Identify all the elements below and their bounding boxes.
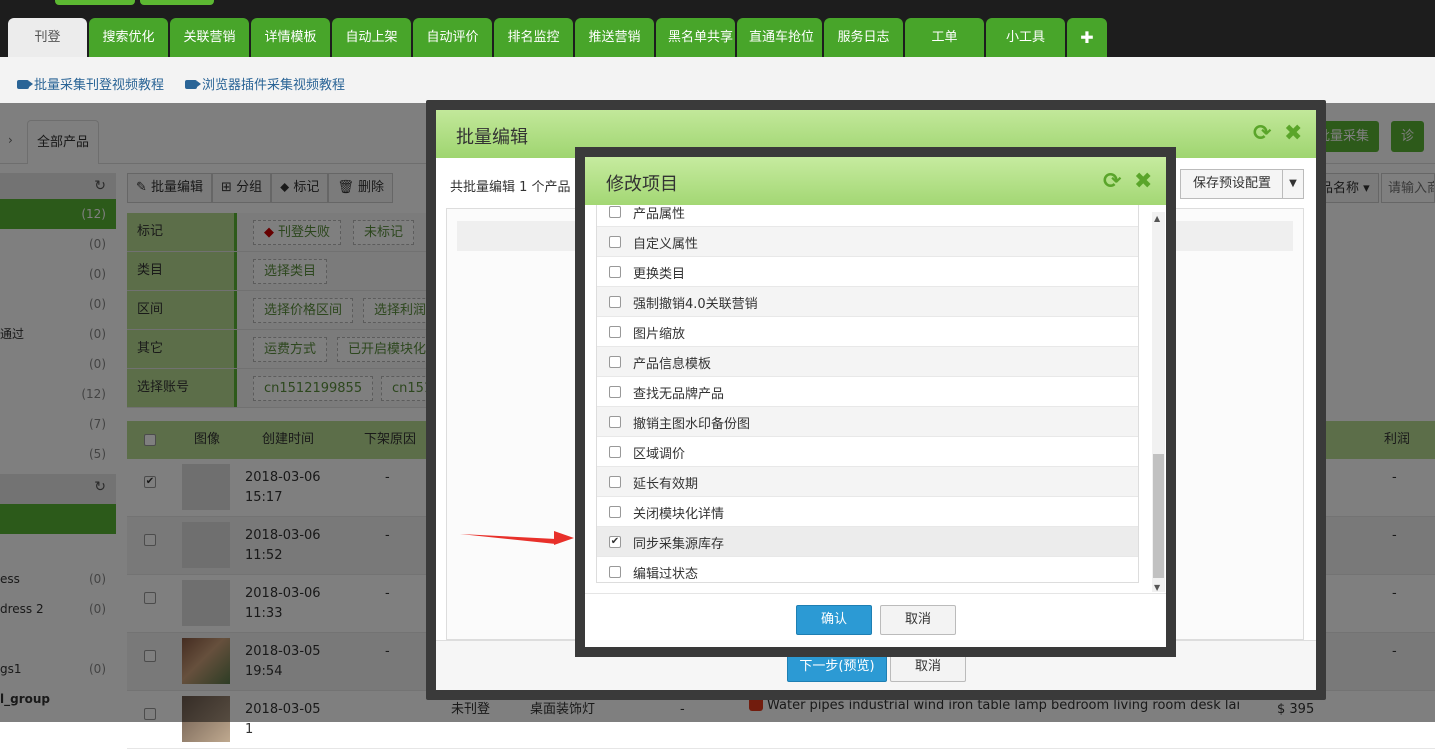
item-label: 区域调价: [633, 447, 686, 462]
tab-related-marketing[interactable]: 关联营销: [170, 18, 249, 57]
annotation-arrow-icon: [460, 531, 574, 545]
scrollbar-thumb[interactable]: [1153, 454, 1164, 578]
tab-tools[interactable]: 小工具: [986, 18, 1065, 57]
main-tabs: 刊登 搜索优化 关联营销 详情模板 自动上架 自动评价 排名监控 推送营销 黑名…: [8, 18, 1109, 57]
close-icon[interactable]: ✖: [1284, 121, 1302, 146]
edit-count-text: 共批量编辑 1 个产品: [450, 180, 571, 195]
item-checkbox[interactable]: [609, 416, 621, 428]
list-item-sync-stock[interactable]: ✔ 同步采集源库存: [597, 527, 1138, 557]
item-checkbox[interactable]: [609, 506, 621, 518]
tab-detail-template[interactable]: 详情模板: [251, 18, 330, 57]
refresh-icon[interactable]: ⟳: [1103, 169, 1121, 194]
modify-items-modal: 修改项目 ⟳ ✖ 产品属性 自定义属性 更换类目 强制撤销4.0关联营销 图片缩…: [585, 157, 1166, 647]
item-checkbox[interactable]: [609, 566, 621, 578]
list-item[interactable]: 延长有效期: [597, 467, 1138, 497]
tab-auto-list[interactable]: 自动上架: [332, 18, 411, 57]
tab-ad-position[interactable]: 直通车抢位: [737, 18, 822, 57]
item-checkbox[interactable]: [609, 446, 621, 458]
add-tab-button[interactable]: ✚: [1067, 18, 1107, 57]
nav-stub-tab: [55, 0, 135, 5]
confirm-button[interactable]: 确认: [796, 605, 872, 635]
list-item[interactable]: 区域调价: [597, 437, 1138, 467]
list-item[interactable]: 查找无品牌产品: [597, 377, 1138, 407]
item-label: 强制撤销4.0关联营销: [633, 297, 758, 312]
item-label: 产品属性: [633, 207, 686, 222]
video-camera-icon: [185, 80, 201, 89]
item-label: 图片缩放: [633, 327, 686, 342]
item-checkbox[interactable]: [609, 266, 621, 278]
list-item[interactable]: 图片缩放: [597, 317, 1138, 347]
item-checkbox[interactable]: [609, 296, 621, 308]
item-label: 同步采集源库存: [633, 537, 725, 552]
close-icon[interactable]: ✖: [1134, 169, 1152, 194]
list-item[interactable]: 强制撤销4.0关联营销: [597, 287, 1138, 317]
video-link-label: 批量采集刊登视频教程: [34, 78, 165, 93]
refresh-icon[interactable]: ⟳: [1253, 121, 1271, 146]
nav-stub-tab: [140, 0, 214, 5]
list-item[interactable]: 产品信息模板: [597, 347, 1138, 377]
item-checkbox[interactable]: [609, 206, 621, 218]
list-item[interactable]: 更换类目: [597, 257, 1138, 287]
list-scrollbar[interactable]: ▲ ▼: [1152, 212, 1165, 592]
video-link-bar: 批量采集刊登视频教程 浏览器插件采集视频教程: [0, 57, 1435, 103]
video-link-label: 浏览器插件采集视频教程: [202, 78, 346, 93]
item-checkbox[interactable]: [609, 476, 621, 488]
item-label: 编辑过状态: [633, 567, 699, 582]
item-checkbox-checked[interactable]: ✔: [609, 536, 621, 548]
list-item[interactable]: 编辑过状态: [597, 557, 1138, 582]
tab-listing[interactable]: 刊登: [8, 18, 87, 57]
footer-divider: [585, 593, 1166, 594]
item-label: 撤销主图水印备份图: [633, 417, 751, 432]
item-checkbox[interactable]: [609, 356, 621, 368]
video-camera-icon: [17, 80, 33, 89]
list-item[interactable]: 关闭模块化详情: [597, 497, 1138, 527]
tab-service-log[interactable]: 服务日志: [824, 18, 903, 57]
list-item[interactable]: 自定义属性: [597, 227, 1138, 257]
modal-title: 修改项目: [606, 174, 678, 195]
scroll-down-arrow[interactable]: ▼: [1154, 583, 1160, 592]
top-nav-bar: 刊登 搜索优化 关联营销 详情模板 自动上架 自动评价 排名监控 推送营销 黑名…: [0, 0, 1435, 57]
video-link-plugin[interactable]: 浏览器插件采集视频教程: [185, 74, 345, 93]
tab-push-marketing[interactable]: 推送营销: [575, 18, 654, 57]
tab-auto-review[interactable]: 自动评价: [413, 18, 492, 57]
item-label: 产品信息模板: [633, 357, 712, 372]
item-label: 查找无品牌产品: [633, 387, 725, 402]
item-label: 关闭模块化详情: [633, 507, 725, 522]
tab-rank-monitor[interactable]: 排名监控: [494, 18, 573, 57]
list-item[interactable]: 产品属性: [597, 205, 1138, 227]
list-item[interactable]: 撤销主图水印备份图: [597, 407, 1138, 437]
video-link-batch[interactable]: 批量采集刊登视频教程: [17, 74, 164, 93]
modal-header: 修改项目 ⟳ ✖: [585, 157, 1166, 205]
item-checkbox[interactable]: [609, 326, 621, 338]
tab-blacklist-share[interactable]: 黑名单共享: [656, 18, 735, 57]
save-preset-button[interactable]: 保存预设配置: [1180, 169, 1285, 199]
inner-cancel-button[interactable]: 取消: [880, 605, 956, 635]
tab-search-optimize[interactable]: 搜索优化: [89, 18, 168, 57]
preset-dropdown-caret[interactable]: ▼: [1282, 169, 1304, 199]
modify-items-list: 产品属性 自定义属性 更换类目 强制撤销4.0关联营销 图片缩放 产品信息模板 …: [596, 205, 1139, 583]
item-label: 延长有效期: [633, 477, 699, 492]
item-label: 更换类目: [633, 267, 686, 282]
modal-title: 批量编辑: [456, 127, 528, 148]
item-label: 自定义属性: [633, 237, 699, 252]
tab-ticket[interactable]: 工单: [905, 18, 984, 57]
scroll-up-arrow[interactable]: ▲: [1154, 214, 1160, 223]
item-checkbox[interactable]: [609, 386, 621, 398]
item-checkbox[interactable]: [609, 236, 621, 248]
